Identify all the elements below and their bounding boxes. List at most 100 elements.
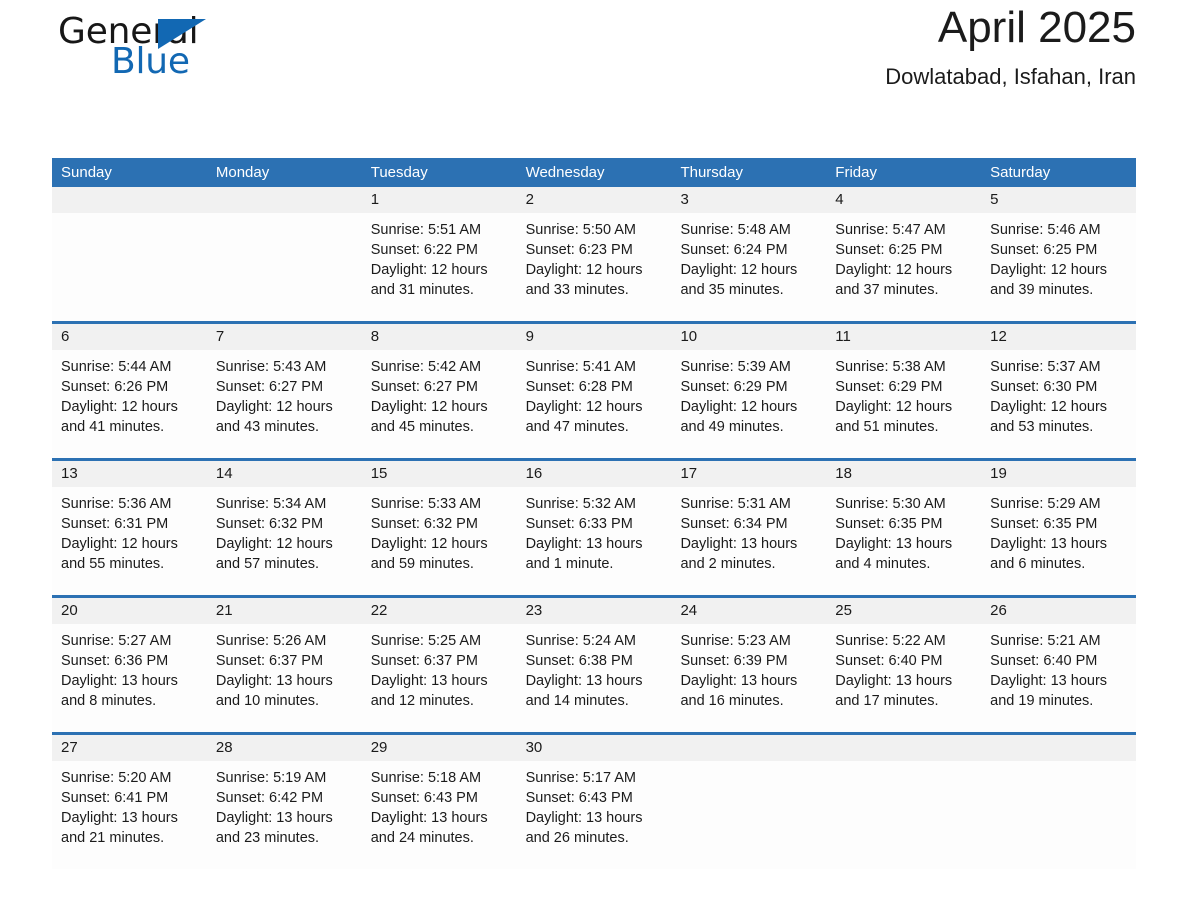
day-cell[interactable]: Sunrise: 5:41 AM Sunset: 6:28 PM Daylight:… (517, 350, 672, 458)
sunrise-text: Sunrise: 5:46 AM (990, 222, 1101, 238)
day-cell[interactable]: Sunrise: 5:24 AM Sunset: 6:38 PM Daylight:… (517, 624, 672, 732)
week-detail-band: Sunrise: 5:20 AM Sunset: 6:41 PM Daylight:… (52, 761, 1136, 869)
day-number[interactable]: 1 (362, 187, 517, 213)
logo-text-blue: Blue (111, 41, 190, 82)
daylight-text-line2: and 2 minutes. (680, 556, 776, 572)
day-cell[interactable]: Sunrise: 5:32 AM Sunset: 6:33 PM Daylight:… (517, 487, 672, 595)
day-number[interactable]: 21 (207, 598, 362, 624)
sunset-text: Sunset: 6:43 PM (525, 790, 633, 806)
sunset-text: Sunset: 6:35 PM (990, 516, 1098, 532)
day-number[interactable]: 4 (826, 187, 981, 213)
day-number[interactable]: 29 (362, 735, 517, 761)
day-number[interactable]: 9 (517, 324, 672, 350)
page-title: April 2025 (937, 3, 1136, 52)
day-cell[interactable]: Sunrise: 5:25 AM Sunset: 6:37 PM Daylight:… (362, 624, 517, 732)
daylight-text-line2: and 41 minutes. (61, 419, 165, 435)
day-cell[interactable]: Sunrise: 5:51 AM Sunset: 6:22 PM Daylight:… (362, 213, 517, 321)
page-header: General Blue April 2025 Dowlatabad, Isfa… (52, 0, 1136, 118)
daylight-text-line1: Daylight: 12 hours (835, 262, 953, 278)
weekday-header-tuesday: Tuesday (370, 164, 428, 181)
day-cell[interactable]: Sunrise: 5:38 AM Sunset: 6:29 PM Daylight:… (826, 350, 981, 458)
day-cell[interactable]: Sunrise: 5:50 AM Sunset: 6:23 PM Daylight:… (517, 213, 672, 321)
day-number[interactable]: 11 (826, 324, 981, 350)
day-number[interactable]: 14 (207, 461, 362, 487)
day-number[interactable]: 28 (207, 735, 362, 761)
day-cell[interactable]: Sunrise: 5:34 AM Sunset: 6:32 PM Daylight:… (207, 487, 362, 595)
sunset-text: Sunset: 6:23 PM (525, 242, 633, 258)
calendar-page: General Blue April 2025 Dowlatabad, Isfa… (0, 0, 1188, 918)
sunset-text: Sunset: 6:37 PM (215, 653, 324, 669)
day-number[interactable]: 16 (517, 461, 672, 487)
day-cell[interactable]: Sunrise: 5:44 AM Sunset: 6:26 PM Daylight:… (52, 350, 207, 458)
daylight-text-line1: Daylight: 13 hours (370, 810, 488, 826)
sunrise-text: Sunrise: 5:50 AM (525, 222, 636, 238)
sunrise-text: Sunrise: 5:24 AM (525, 633, 636, 649)
daylight-text-line1: Daylight: 12 hours (61, 536, 178, 552)
sunrise-text: Sunrise: 5:38 AM (835, 359, 946, 375)
sunrise-text: Sunrise: 5:48 AM (680, 222, 791, 238)
daylight-text-line2: and 47 minutes. (525, 419, 629, 435)
day-cell[interactable]: Sunrise: 5:26 AM Sunset: 6:37 PM Daylight:… (207, 624, 362, 732)
day-cell[interactable]: Sunrise: 5:36 AM Sunset: 6:31 PM Daylight:… (52, 487, 207, 595)
day-cell[interactable]: Sunrise: 5:22 AM Sunset: 6:40 PM Daylight:… (826, 624, 981, 732)
day-cell[interactable]: Sunrise: 5:30 AM Sunset: 6:35 PM Daylight:… (826, 487, 981, 595)
day-cell[interactable]: Sunrise: 5:42 AM Sunset: 6:27 PM Daylight:… (362, 350, 517, 458)
day-cell[interactable]: Sunrise: 5:39 AM Sunset: 6:29 PM Daylight:… (671, 350, 826, 458)
daylight-text-line2: and 51 minutes. (835, 419, 939, 435)
day-number[interactable]: 18 (826, 461, 981, 487)
sunrise-text: Sunrise: 5:26 AM (215, 633, 327, 649)
sunrise-text: Sunrise: 5:39 AM (680, 359, 791, 375)
day-cell[interactable]: Sunrise: 5:23 AM Sunset: 6:39 PM Daylight:… (671, 624, 826, 732)
day-cell[interactable]: Sunrise: 5:20 AM Sunset: 6:41 PM Daylight:… (52, 761, 207, 869)
day-cell[interactable]: Sunrise: 5:18 AM Sunset: 6:43 PM Daylight:… (362, 761, 517, 869)
sunset-text: Sunset: 6:32 PM (370, 516, 478, 532)
day-number[interactable]: 12 (981, 324, 1136, 350)
day-number[interactable]: 5 (981, 187, 1136, 213)
day-number[interactable]: 8 (362, 324, 517, 350)
day-number[interactable]: 6 (52, 324, 207, 350)
sunset-text: Sunset: 6:22 PM (370, 242, 478, 258)
day-cell[interactable]: Sunrise: 5:37 AM Sunset: 6:30 PM Daylight:… (981, 350, 1136, 458)
day-number[interactable]: 24 (671, 598, 826, 624)
sunset-text: Sunset: 6:25 PM (835, 242, 943, 258)
day-cell[interactable]: Sunrise: 5:46 AM Sunset: 6:25 PM Daylight:… (981, 213, 1136, 321)
daylight-text-line1: Daylight: 12 hours (990, 262, 1108, 278)
day-cell[interactable]: Sunrise: 5:21 AM Sunset: 6:40 PM Daylight:… (981, 624, 1136, 732)
day-number[interactable]: 17 (671, 461, 826, 487)
day-number[interactable]: 2 (517, 187, 672, 213)
daylight-text-line2: and 39 minutes. (990, 282, 1094, 298)
day-number[interactable]: 25 (826, 598, 981, 624)
weekday-header-monday: Monday (215, 164, 270, 181)
day-number[interactable]: 22 (362, 598, 517, 624)
sunset-text: Sunset: 6:31 PM (61, 516, 169, 532)
day-number[interactable]: 27 (52, 735, 207, 761)
daylight-text-line2: and 43 minutes. (215, 419, 320, 435)
daylight-text-line1: Daylight: 12 hours (61, 399, 178, 415)
daylight-text-line1: Daylight: 13 hours (61, 673, 178, 689)
day-number[interactable]: 3 (671, 187, 826, 213)
day-number[interactable]: 7 (207, 324, 362, 350)
weekday-header-saturday: Saturday (990, 164, 1051, 181)
day-number[interactable]: 20 (52, 598, 207, 624)
calendar-week-row: 6 7 8 9 10 11 12 Sunrise: 5:44 AM Sunset: 6:26 P… (52, 321, 1136, 458)
day-number[interactable]: 23 (517, 598, 672, 624)
day-cell[interactable]: Sunrise: 5:31 AM Sunset: 6:34 PM Daylight:… (671, 487, 826, 595)
general-blue-logo[interactable]: General Blue (58, 12, 318, 104)
empty-day-number (52, 187, 207, 213)
day-cell[interactable]: Sunrise: 5:43 AM Sunset: 6:27 PM Daylight:… (207, 350, 362, 458)
day-number[interactable]: 13 (52, 461, 207, 487)
day-cell[interactable]: Sunrise: 5:27 AM Sunset: 6:36 PM Daylight:… (52, 624, 207, 732)
day-number[interactable]: 26 (981, 598, 1136, 624)
day-cell[interactable]: Sunrise: 5:48 AM Sunset: 6:24 PM Daylight:… (671, 213, 826, 321)
day-cell[interactable]: Sunrise: 5:33 AM Sunset: 6:32 PM Daylight:… (362, 487, 517, 595)
day-number[interactable]: 19 (981, 461, 1136, 487)
day-cell[interactable]: Sunrise: 5:47 AM Sunset: 6:25 PM Daylight:… (826, 213, 981, 321)
day-number[interactable]: 15 (362, 461, 517, 487)
day-cell[interactable]: Sunrise: 5:17 AM Sunset: 6:43 PM Daylight:… (517, 761, 672, 869)
weekday-header-friday: Friday (835, 164, 877, 181)
day-number[interactable]: 10 (671, 324, 826, 350)
day-cell[interactable]: Sunrise: 5:19 AM Sunset: 6:42 PM Daylight:… (207, 761, 362, 869)
daylight-text-line2: and 53 minutes. (990, 419, 1094, 435)
day-cell[interactable]: Sunrise: 5:29 AM Sunset: 6:35 PM Daylight:… (981, 487, 1136, 595)
day-number[interactable]: 30 (517, 735, 672, 761)
